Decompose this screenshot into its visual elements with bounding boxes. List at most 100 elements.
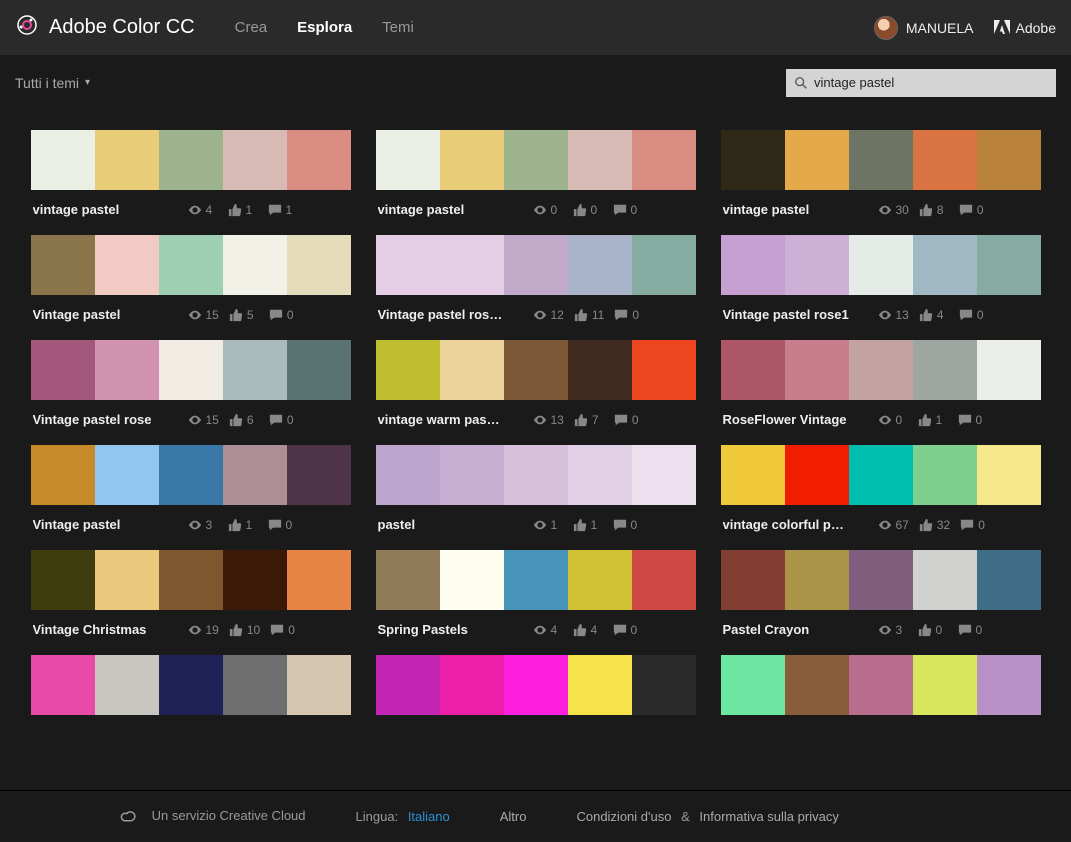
theme-stats: 000 [533, 203, 643, 217]
comments-icon [613, 518, 627, 532]
app-brand: Adobe Color CC [15, 13, 195, 42]
swatch [785, 235, 849, 295]
views-icon [878, 203, 892, 217]
swatches[interactable] [376, 235, 696, 295]
likes-icon [918, 413, 932, 427]
likes-icon [919, 203, 933, 217]
likes-count: 6 [247, 413, 259, 427]
theme-name: RoseFlower Vintage [723, 412, 878, 427]
nav-crea[interactable]: Crea [235, 19, 268, 36]
swatch [632, 340, 696, 400]
comments-icon [613, 203, 627, 217]
swatches[interactable] [376, 130, 696, 190]
swatches[interactable] [31, 130, 351, 190]
swatches[interactable] [376, 655, 696, 715]
swatches[interactable] [376, 340, 696, 400]
views-icon [188, 203, 202, 217]
search-input[interactable] [814, 75, 1048, 90]
filter-label: Tutti i temi [15, 75, 79, 91]
comments-count: 0 [977, 203, 989, 217]
topbar: Adobe Color CC Crea Esplora Temi MANUELA… [0, 0, 1071, 55]
nav-temi[interactable]: Temi [382, 19, 414, 36]
adobe-link[interactable]: Adobe [994, 20, 1056, 36]
views-count: 0 [896, 413, 908, 427]
swatch [849, 550, 913, 610]
comments-icon [268, 203, 282, 217]
likes-count: 8 [937, 203, 949, 217]
lang-label: Lingua: [356, 809, 399, 824]
views-count: 15 [206, 308, 219, 322]
theme-meta: Pastel Crayon300 [721, 610, 1041, 637]
theme-name: Vintage pastel ros… [378, 307, 533, 322]
likes-count: 10 [247, 623, 260, 637]
swatch [721, 655, 785, 715]
swatches[interactable] [721, 340, 1041, 400]
theme-card [721, 655, 1041, 715]
swatch [287, 550, 351, 610]
likes-icon [573, 518, 587, 532]
theme-card [376, 655, 696, 715]
swatch [913, 130, 977, 190]
likes-icon [229, 308, 243, 322]
swatch [504, 340, 568, 400]
theme-meta: Vintage Christmas19100 [31, 610, 351, 637]
theme-card: Vintage pastel1550 [31, 235, 351, 322]
swatches[interactable] [376, 445, 696, 505]
privacy-link[interactable]: Informativa sulla privacy [699, 809, 838, 824]
theme-card [31, 655, 351, 715]
theme-card: Vintage pastel ros…12110 [376, 235, 696, 322]
theme-meta: Vintage pastel1550 [31, 295, 351, 322]
theme-card: Vintage Christmas19100 [31, 550, 351, 637]
nav-esplora[interactable]: Esplora [297, 19, 352, 36]
swatches[interactable] [721, 445, 1041, 505]
views-count: 3 [896, 623, 908, 637]
lang-block[interactable]: Lingua: Italiano [356, 809, 450, 824]
search-box[interactable] [786, 69, 1056, 97]
comments-count: 0 [631, 623, 643, 637]
theme-meta: Vintage pastel310 [31, 505, 351, 532]
swatches[interactable] [376, 550, 696, 610]
swatch [31, 550, 95, 610]
swatches[interactable] [31, 550, 351, 610]
swatches[interactable] [721, 655, 1041, 715]
swatch [632, 130, 696, 190]
swatch [376, 340, 440, 400]
comments-count: 0 [632, 413, 644, 427]
comments-icon [958, 623, 972, 637]
theme-meta: vintage colorful p…67320 [721, 505, 1041, 532]
theme-name: Vintage Christmas [33, 622, 188, 637]
comments-icon [614, 308, 628, 322]
user-block[interactable]: MANUELA [874, 16, 974, 40]
swatch [440, 235, 504, 295]
swatch [568, 235, 632, 295]
terms-link[interactable]: Condizioni d'uso [576, 809, 671, 824]
comments-icon [958, 413, 972, 427]
swatch [223, 340, 287, 400]
lang-value: Italiano [408, 809, 450, 824]
swatch [913, 550, 977, 610]
swatches[interactable] [31, 235, 351, 295]
views-icon [188, 518, 202, 532]
swatch [785, 130, 849, 190]
swatch [568, 655, 632, 715]
swatch [440, 130, 504, 190]
comments-icon [959, 308, 973, 322]
comments-icon [960, 518, 974, 532]
swatches[interactable] [31, 340, 351, 400]
swatches[interactable] [31, 655, 351, 715]
swatches[interactable] [721, 235, 1041, 295]
filter-dropdown[interactable]: Tutti i temi ▾ [15, 75, 90, 91]
footer-altro[interactable]: Altro [500, 809, 527, 824]
swatch [223, 655, 287, 715]
views-count: 67 [896, 518, 909, 532]
swatch [440, 550, 504, 610]
swatches[interactable] [31, 445, 351, 505]
swatches[interactable] [721, 550, 1041, 610]
comments-count: 0 [632, 308, 644, 322]
swatches[interactable] [721, 130, 1041, 190]
theme-card: Vintage pastel310 [31, 445, 351, 532]
main-nav: Crea Esplora Temi [235, 19, 414, 36]
swatch [568, 445, 632, 505]
views-count: 13 [551, 413, 564, 427]
swatch [504, 655, 568, 715]
